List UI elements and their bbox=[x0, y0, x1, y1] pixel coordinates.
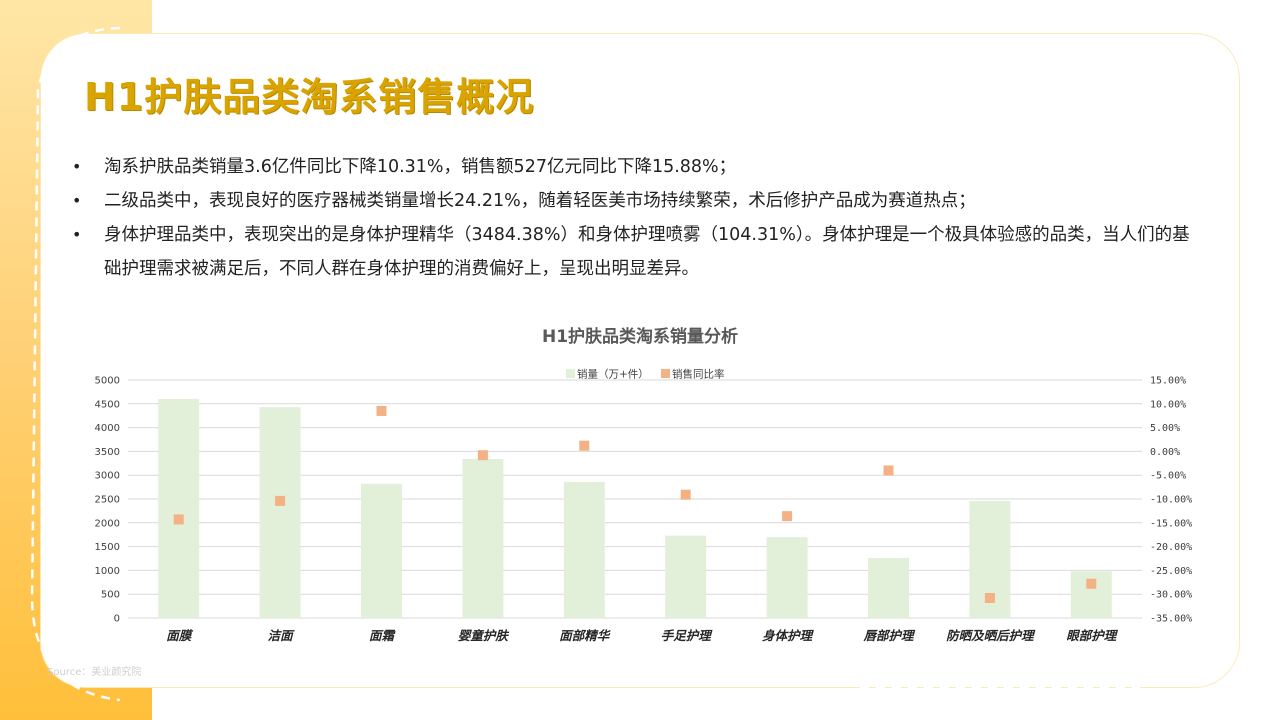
bar bbox=[868, 558, 909, 618]
bar bbox=[665, 535, 707, 618]
y2-tick-label: -35.00% bbox=[1150, 614, 1192, 625]
x-tick-label: 眼部护理 bbox=[1066, 628, 1119, 643]
bar bbox=[361, 483, 402, 618]
legend-label: 销量（万+件） bbox=[577, 368, 649, 381]
point bbox=[1086, 578, 1097, 589]
y-tick-label: 3500 bbox=[95, 447, 120, 458]
x-tick-label: 面霜 bbox=[369, 628, 397, 643]
y2-tick-label: -15.00% bbox=[1150, 518, 1192, 529]
bar bbox=[1070, 571, 1112, 618]
point bbox=[680, 489, 691, 500]
y-tick-label: 0 bbox=[114, 614, 120, 625]
point bbox=[883, 465, 894, 476]
legend-label: 销售同比率 bbox=[672, 368, 725, 381]
y-tick-label: 5000 bbox=[95, 376, 120, 387]
x-tick-label: 唇部护理 bbox=[862, 628, 916, 643]
y2-tick-label: -10.00% bbox=[1150, 495, 1192, 506]
bar bbox=[563, 481, 605, 618]
y2-tick-label: 5.00% bbox=[1150, 423, 1180, 434]
y-tick-label: 2500 bbox=[95, 495, 120, 506]
x-tick-label: 防晒及晒后护理 bbox=[946, 628, 1036, 643]
y-tick-label: 1000 bbox=[95, 566, 120, 577]
y-tick-label: 3000 bbox=[95, 471, 120, 482]
chart-title: H1护肤品类淘系销量分析 bbox=[542, 326, 738, 347]
y2-tick-label: -25.00% bbox=[1150, 566, 1192, 577]
x-tick-label: 洁面 bbox=[268, 628, 296, 643]
y2-tick-label: 10.00% bbox=[1150, 399, 1186, 410]
point bbox=[173, 514, 184, 525]
y-tick-label: 4500 bbox=[95, 399, 120, 410]
point bbox=[579, 440, 590, 451]
point bbox=[376, 405, 387, 416]
point bbox=[477, 450, 488, 461]
bar bbox=[462, 459, 504, 618]
y-tick-label: 4000 bbox=[95, 423, 120, 434]
x-tick-label: 手足护理 bbox=[661, 628, 714, 643]
y2-tick-label: -20.00% bbox=[1150, 542, 1192, 553]
x-tick-label: 婴童护肤 bbox=[458, 628, 510, 643]
y-tick-label: 2000 bbox=[95, 518, 120, 529]
x-tick-label: 面膜 bbox=[166, 628, 194, 643]
y2-tick-label: 15.00% bbox=[1150, 376, 1186, 387]
bar bbox=[158, 399, 200, 618]
source-note: Source：美业颜究院 bbox=[47, 667, 142, 678]
sales-chart: H1护肤品类淘系销量分析5000450040003500300025002000… bbox=[95, 326, 1193, 643]
y-tick-label: 1500 bbox=[95, 542, 120, 553]
x-tick-label: 面部精华 bbox=[559, 628, 612, 643]
y-tick-label: 500 bbox=[101, 590, 120, 601]
bar bbox=[259, 407, 301, 618]
y2-tick-label: -5.00% bbox=[1150, 471, 1186, 482]
point bbox=[984, 593, 995, 604]
point bbox=[782, 511, 793, 522]
legend-swatch-bars bbox=[566, 369, 575, 378]
point bbox=[275, 495, 286, 506]
legend-swatch-points bbox=[661, 369, 670, 378]
y2-tick-label: 0.00% bbox=[1150, 447, 1180, 458]
bar bbox=[766, 537, 808, 618]
x-tick-label: 身体护理 bbox=[762, 628, 815, 643]
y2-tick-label: -30.00% bbox=[1150, 590, 1192, 601]
